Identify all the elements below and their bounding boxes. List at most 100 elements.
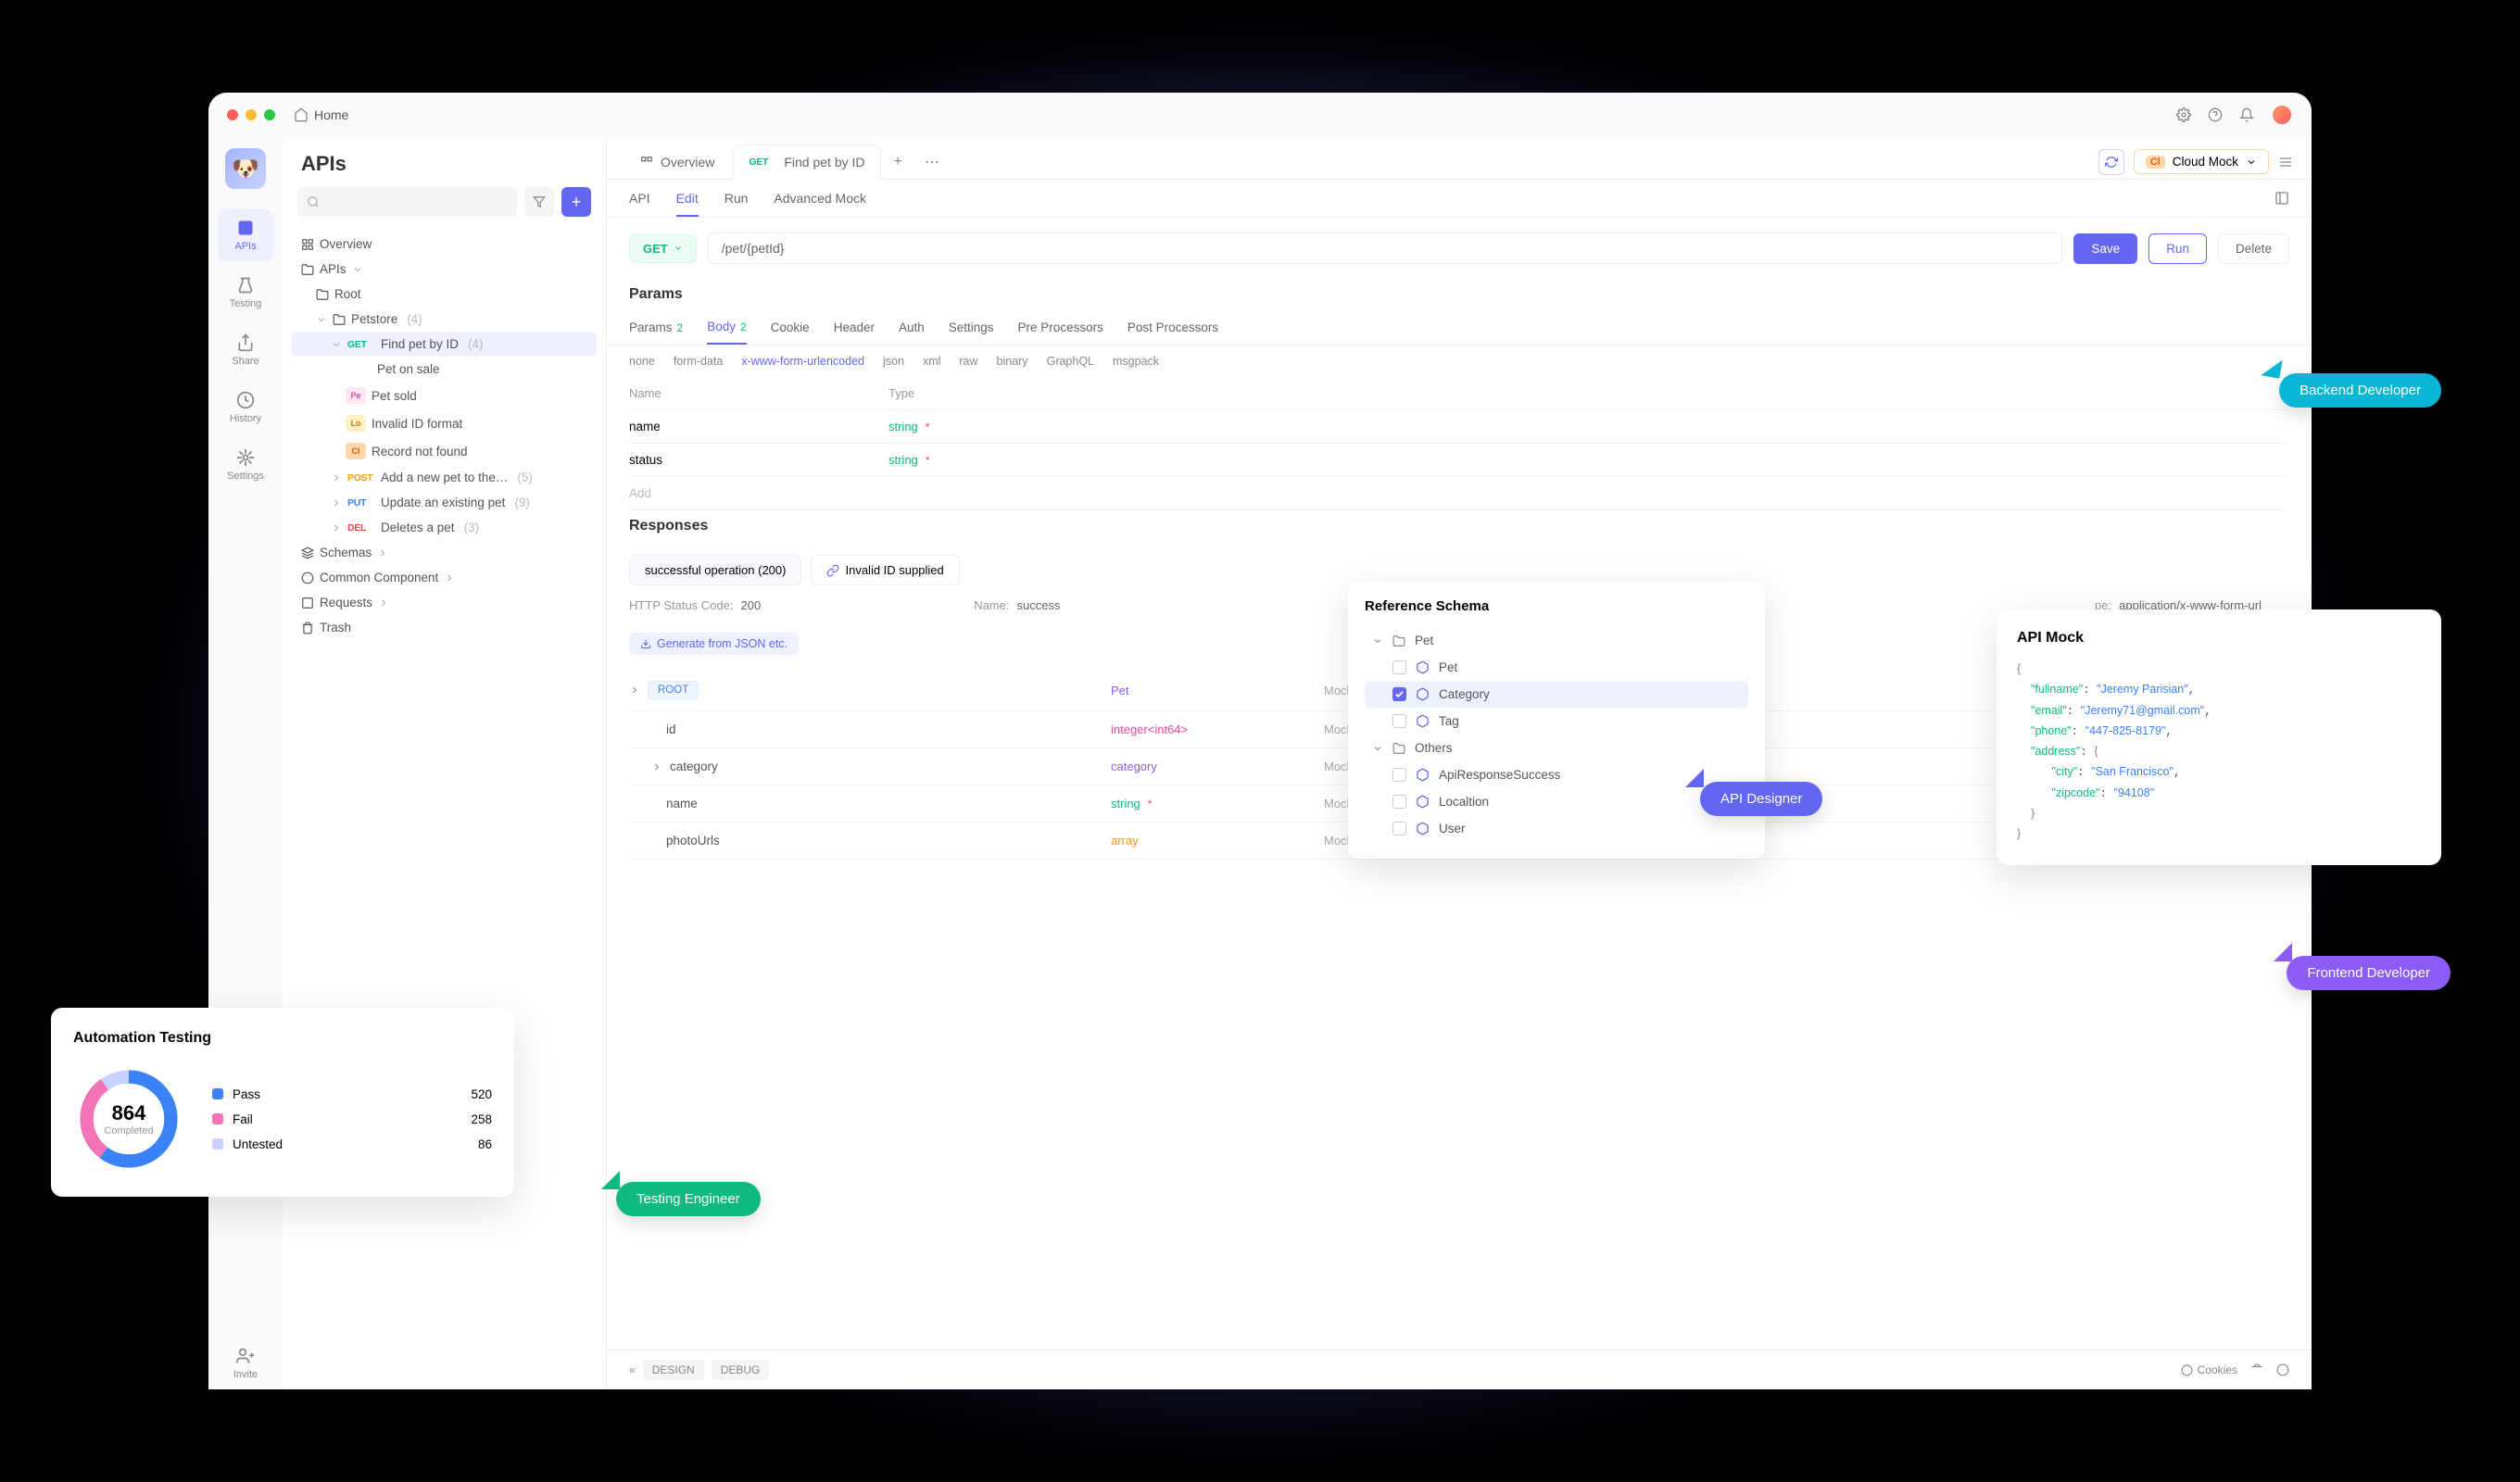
user-avatar[interactable] (2271, 104, 2293, 126)
titlebar: Home (208, 93, 2312, 137)
ref-item-tag[interactable]: Tag (1365, 708, 1748, 735)
gear-icon[interactable] (2176, 107, 2191, 122)
bt-msg[interactable]: msgpack (1113, 355, 1159, 368)
maximize-window[interactable] (264, 109, 275, 120)
filter-button[interactable] (524, 187, 554, 217)
tree-schemas[interactable]: Schemas (292, 540, 597, 565)
tree-pet-onsale[interactable]: Pet on sale (292, 357, 597, 382)
help-icon[interactable] (2208, 107, 2223, 122)
ref-item-pet[interactable]: Pet (1365, 654, 1748, 681)
checkbox[interactable] (1392, 822, 1406, 835)
tab-add[interactable]: + (885, 148, 912, 176)
refresh-button[interactable] (2098, 149, 2124, 175)
delete-button[interactable]: Delete (2218, 233, 2289, 264)
workspace-avatar[interactable]: 🐶 (225, 148, 266, 189)
ref-item[interactable]: User (1365, 815, 1748, 842)
statusbar: « DESIGN DEBUG Cookies (607, 1350, 2312, 1389)
tree-delete-pet[interactable]: DEL Deletes a pet (3) (292, 515, 597, 540)
statusbar-toggle[interactable]: « (629, 1363, 636, 1376)
rail-share[interactable]: Share (218, 324, 273, 376)
subtab-run[interactable]: Run (724, 191, 749, 217)
method-select[interactable]: GET (629, 234, 697, 263)
bt-json[interactable]: json (883, 355, 904, 368)
tree-petstore[interactable]: Petstore (4) (292, 307, 597, 332)
resp-tab-success[interactable]: successful operation (200) (629, 555, 801, 585)
ptab-settings[interactable]: Settings (949, 320, 994, 345)
subtab-edit[interactable]: Edit (676, 191, 699, 217)
chevron-down-icon (316, 314, 327, 325)
ptab-pre[interactable]: Pre Processors (1018, 320, 1103, 345)
bell-icon[interactable] (2239, 107, 2254, 122)
ptab-post[interactable]: Post Processors (1128, 320, 1218, 345)
help-icon[interactable] (2276, 1363, 2289, 1376)
tree-apis-root[interactable]: APIs (292, 257, 597, 282)
tree-update-pet[interactable]: PUT Update an existing pet (9) (292, 490, 597, 515)
generate-button[interactable]: Generate from JSON etc. (629, 633, 799, 655)
tree-requests[interactable]: Requests (292, 590, 597, 615)
save-button[interactable]: Save (2073, 233, 2137, 264)
add-button[interactable]: + (561, 187, 591, 217)
home-link[interactable]: Home (294, 107, 348, 122)
tab-find-pet[interactable]: GET Find pet by ID (733, 144, 880, 180)
tab-overview[interactable]: Overview (625, 145, 729, 179)
checkbox[interactable] (1392, 714, 1406, 728)
params-heading: Params (607, 279, 2312, 310)
tab-more[interactable]: ⋯ (915, 147, 949, 177)
tree-not-found[interactable]: Cl Record not found (292, 437, 597, 465)
bt-gql[interactable]: GraphQL (1047, 355, 1094, 368)
settings-icon (236, 448, 255, 467)
param-row[interactable]: name string* (629, 410, 2289, 444)
url-input[interactable]: /pet/{petId} (708, 232, 2063, 264)
bt-xml[interactable]: xml (923, 355, 940, 368)
tree-find-pet[interactable]: GET Find pet by ID (4) (292, 332, 597, 357)
checkbox[interactable] (1392, 768, 1406, 782)
checkbox[interactable] (1392, 795, 1406, 809)
tree-overview[interactable]: Overview (292, 232, 597, 257)
ptab-params[interactable]: Params2 (629, 320, 683, 345)
tree-invalid-id[interactable]: Lo Invalid ID format (292, 409, 597, 437)
run-button[interactable]: Run (2148, 233, 2207, 264)
layout-icon[interactable] (2274, 191, 2289, 206)
params-add-row[interactable]: Add (629, 477, 2289, 510)
tree-pet-sold[interactable]: Pe Pet sold (292, 382, 597, 409)
status-debug[interactable]: DEBUG (712, 1360, 770, 1380)
traffic-lights (227, 109, 275, 120)
rail-invite[interactable]: Invite (218, 1338, 273, 1389)
rail-history[interactable]: History (218, 382, 273, 433)
ref-group-pet[interactable]: Pet (1365, 627, 1748, 654)
checkbox-checked[interactable] (1392, 687, 1406, 701)
ptab-header[interactable]: Header (834, 320, 875, 345)
tree-trash[interactable]: Trash (292, 615, 597, 640)
ref-item-category[interactable]: Category (1365, 681, 1748, 708)
resp-tab-invalid[interactable]: Invalid ID supplied (811, 555, 959, 585)
rail-testing[interactable]: Testing (218, 267, 273, 319)
bt-raw[interactable]: raw (959, 355, 977, 368)
cookies-link[interactable]: Cookies (2181, 1363, 2237, 1376)
tree-root[interactable]: Root (292, 282, 597, 307)
ptab-body[interactable]: Body2 (707, 320, 746, 345)
cloud-mock-select[interactable]: Cl Cloud Mock (2134, 149, 2269, 174)
checkbox[interactable] (1392, 660, 1406, 674)
folder-icon (301, 263, 314, 276)
close-window[interactable] (227, 109, 238, 120)
minimize-window[interactable] (246, 109, 257, 120)
ref-item[interactable]: Localtion (1365, 788, 1748, 815)
bt-bin[interactable]: binary (997, 355, 1028, 368)
subtab-api[interactable]: API (629, 191, 650, 217)
bt-url[interactable]: x-www-form-urlencoded (741, 355, 864, 368)
ptab-cookie[interactable]: Cookie (771, 320, 810, 345)
search-input[interactable] (297, 187, 517, 217)
ref-group-others[interactable]: Others (1365, 735, 1748, 761)
tree-add-pet[interactable]: POST Add a new pet to the… (5) (292, 465, 597, 490)
tree-common[interactable]: Common Component (292, 565, 597, 590)
status-design[interactable]: DESIGN (643, 1360, 704, 1380)
ptab-auth[interactable]: Auth (899, 320, 925, 345)
subtab-mock[interactable]: Advanced Mock (774, 191, 866, 217)
menu-icon[interactable] (2278, 155, 2293, 170)
rail-settings[interactable]: Settings (218, 439, 273, 491)
clear-icon[interactable] (2250, 1363, 2263, 1376)
bt-form[interactable]: form-data (674, 355, 724, 368)
param-row[interactable]: status string* (629, 444, 2289, 477)
bt-none[interactable]: none (629, 355, 655, 368)
rail-apis[interactable]: APIs (218, 209, 273, 261)
